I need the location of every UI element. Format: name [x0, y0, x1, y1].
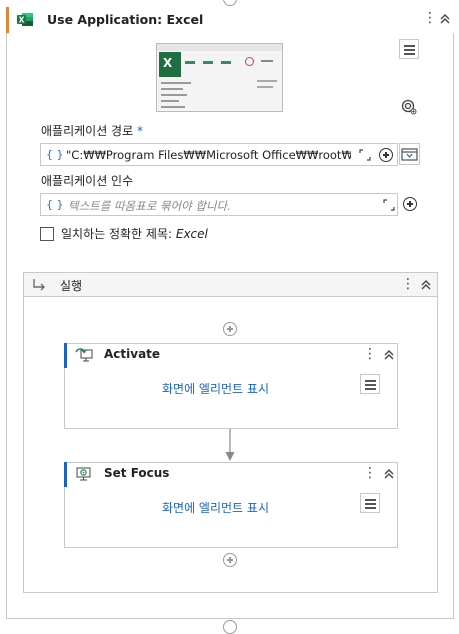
- expand-editor-icon[interactable]: [359, 149, 371, 161]
- browse-file-button[interactable]: [399, 143, 420, 165]
- activate-icon: [75, 347, 93, 363]
- exact-title-checkbox[interactable]: [40, 227, 54, 241]
- app-path-value[interactable]: "C:₩₩Program Files₩₩Microsoft Office₩₩ro…: [66, 148, 351, 162]
- do-sequence-icon: [32, 279, 46, 291]
- bottom-connector: [223, 620, 237, 634]
- set-focus-header[interactable]: Set Focus ⋮: [64, 462, 398, 487]
- do-block-header[interactable]: 실행 ⋮: [23, 272, 438, 297]
- collapse-icon[interactable]: [383, 349, 395, 361]
- add-variable-icon[interactable]: [379, 148, 393, 162]
- exact-title-label: 일치하는 정확한 제목:: [61, 227, 173, 241]
- collapse-icon[interactable]: [420, 279, 432, 291]
- activate-title: Activate: [104, 347, 161, 361]
- more-options-icon[interactable]: ⋮: [363, 347, 377, 361]
- more-options-icon[interactable]: ⋮: [423, 11, 437, 25]
- use-application-header[interactable]: X Use Application: Excel ⋮: [6, 7, 454, 33]
- indicate-element-link[interactable]: 화면에 엘리먼트 표시: [162, 499, 269, 516]
- application-screenshot-thumbnail[interactable]: X: [156, 43, 283, 112]
- variable-brace-icon[interactable]: { }: [46, 198, 64, 211]
- app-args-field[interactable]: { } 텍스트를 따옴표로 묶어야 합니다.: [40, 193, 398, 216]
- hamburger-menu-button[interactable]: [360, 493, 380, 513]
- app-args-placeholder[interactable]: 텍스트를 따옴표로 묶어야 합니다.: [68, 198, 231, 214]
- indicate-element-link[interactable]: 화면에 엘리먼트 표시: [162, 380, 269, 397]
- svg-text:X: X: [19, 16, 25, 25]
- set-focus-title: Set Focus: [104, 466, 170, 480]
- app-args-label: 애플리케이션 인수: [41, 174, 134, 188]
- more-options-icon[interactable]: ⋮: [363, 466, 377, 480]
- connector-arrow: [224, 429, 236, 462]
- more-options-icon[interactable]: ⋮: [401, 277, 415, 291]
- app-path-label: 애플리케이션 경로: [41, 124, 134, 138]
- exact-title-row: 일치하는 정확한 제목: Excel: [61, 225, 208, 242]
- expand-editor-icon[interactable]: [383, 199, 395, 211]
- use-application-title: Use Application: Excel: [47, 12, 204, 27]
- hamburger-menu-button[interactable]: [360, 374, 380, 394]
- hamburger-menu-button[interactable]: [399, 39, 419, 59]
- add-variable-icon[interactable]: [403, 197, 417, 211]
- required-mark: *: [136, 124, 143, 138]
- add-activity-icon[interactable]: [223, 322, 237, 336]
- collapse-icon[interactable]: [383, 468, 395, 480]
- set-focus-icon: [75, 466, 93, 482]
- activate-header[interactable]: Activate ⋮: [64, 343, 398, 368]
- indicate-target-icon[interactable]: [401, 99, 417, 115]
- add-activity-icon[interactable]: [223, 553, 237, 567]
- exact-title-value: Excel: [175, 227, 208, 241]
- app-path-label-row: 애플리케이션 경로 *: [41, 122, 143, 139]
- app-path-field[interactable]: { } "C:₩₩Program Files₩₩Microsoft Office…: [40, 143, 398, 166]
- top-connector: [223, 0, 237, 6]
- variable-brace-icon[interactable]: { }: [46, 148, 64, 161]
- excel-icon: X: [17, 12, 33, 27]
- collapse-icon[interactable]: [439, 13, 451, 25]
- do-block-title: 실행: [60, 279, 83, 293]
